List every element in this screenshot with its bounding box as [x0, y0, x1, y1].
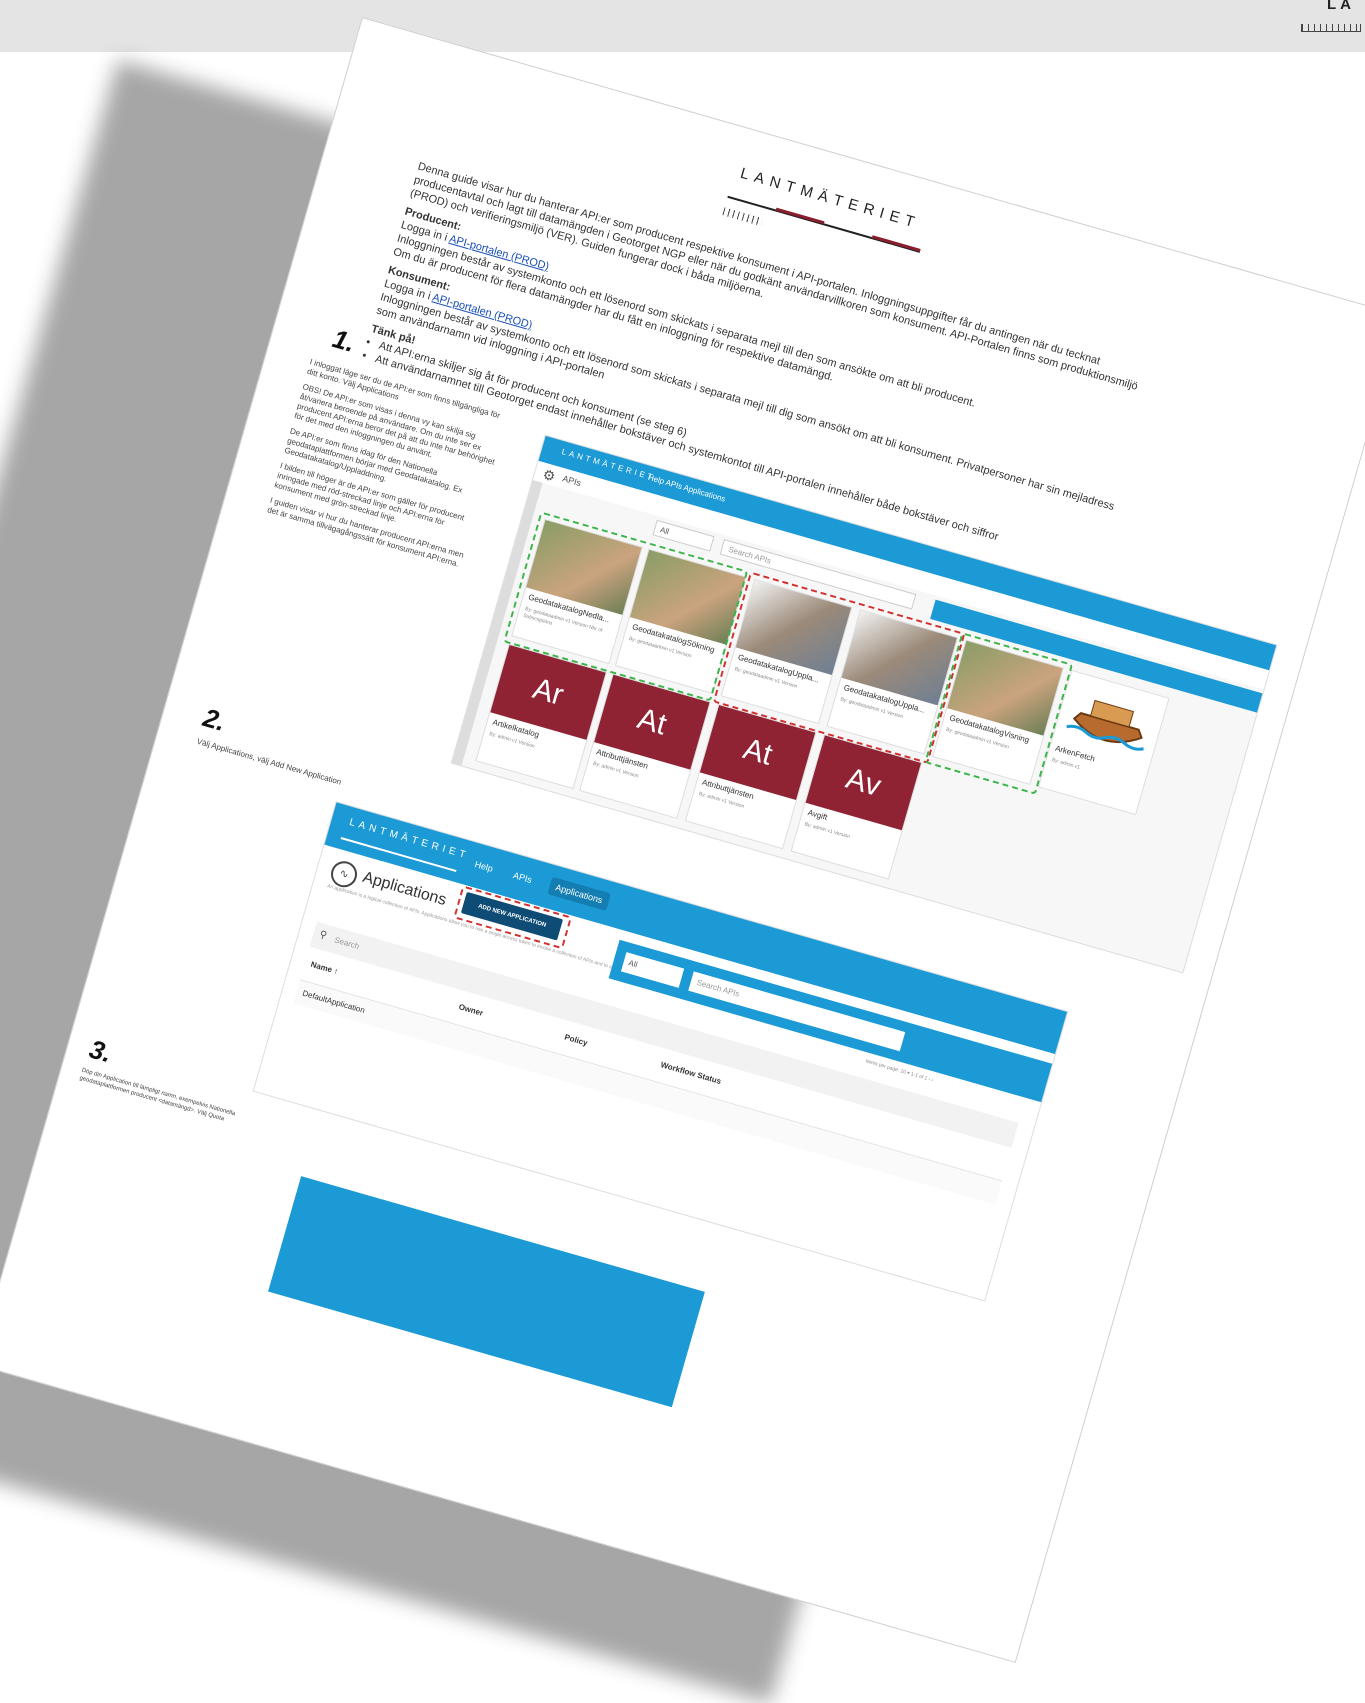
column-header: Workflow Status	[659, 1060, 723, 1087]
column-header: Owner	[457, 1002, 485, 1018]
column-header[interactable]: Name ↑	[310, 960, 339, 976]
search-icon: ⚲	[317, 929, 329, 942]
nav-applications[interactable]: Applications	[547, 876, 611, 911]
step-2-text: Välj Applications, välj Add New Applicat…	[195, 736, 343, 787]
nav-help[interactable]: Help	[474, 859, 495, 874]
step-2-number: 2.	[199, 702, 230, 737]
top-bar	[0, 0, 1365, 52]
corner-logo-text: LA	[1327, 0, 1355, 13]
logo-ticks	[722, 207, 764, 227]
apis-section-title: APIs	[561, 473, 583, 489]
corner-logo-ruler	[1301, 24, 1361, 32]
step-3-text: Döp din Application till lämpligt namn, …	[78, 1067, 236, 1123]
nav-apis[interactable]: APIs	[512, 870, 533, 885]
applications-search-input[interactable]: Search	[333, 935, 360, 951]
gear-icon: ⚙	[540, 465, 558, 485]
column-header: Policy	[563, 1032, 589, 1048]
application-name[interactable]: DefaultApplication	[301, 989, 365, 1015]
step-1-number: 1.	[329, 323, 359, 358]
logo-red-segment	[871, 235, 921, 252]
step-3-number: 3.	[86, 1033, 116, 1069]
applications-filter-select[interactable]: All	[620, 952, 685, 988]
step-3-screenshot	[268, 1176, 705, 1408]
logo-red-segment	[775, 207, 825, 225]
corner-logo: LA	[1299, 0, 1361, 40]
